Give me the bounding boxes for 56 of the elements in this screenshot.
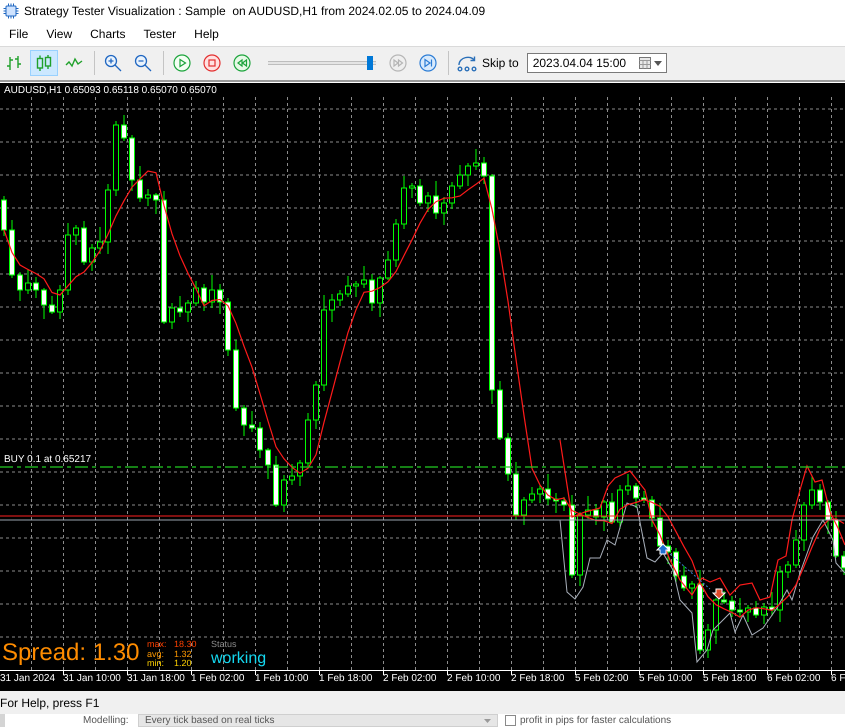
x-axis-label: 5 Feb 18:00 (703, 673, 756, 685)
x-axis-label: 6 Feb 02:00 (767, 673, 820, 685)
skip-to-button[interactable]: Skip to (453, 50, 522, 76)
spread-stat-label: max: (147, 640, 168, 650)
fast-forward-icon (389, 54, 407, 72)
candlestick-chart-button[interactable] (30, 50, 58, 76)
modelling-field[interactable]: Every tick based on real ticks (138, 714, 498, 727)
checkbox-label: profit in pips for faster calculations (520, 714, 672, 726)
chart-header: AUDUSD,H1 0.65093 0.65118 0.65070 0.65070 (4, 85, 217, 97)
menu-item[interactable]: View (37, 25, 82, 43)
status-bar-text: For Help, press F1 (0, 694, 100, 710)
trade-line (670, 554, 710, 590)
play-icon (173, 54, 191, 72)
spread-value: Spread: 1.30 (2, 639, 140, 667)
status-value: working (211, 650, 266, 668)
zoom-in-icon (104, 54, 122, 72)
order-label: BUY 0.1 at 0.65217 (4, 454, 92, 466)
down-arrow-icon (712, 588, 726, 600)
x-axis-label: 6 F (831, 673, 845, 685)
spread-stat-value: 18.30 (174, 640, 197, 650)
caret-icon (484, 718, 491, 722)
checkbox[interactable] (505, 715, 516, 726)
x-axis-label: 31 Jan 2024 (0, 673, 56, 685)
menu-item[interactable]: Help (185, 25, 228, 43)
chip-icon (3, 3, 19, 19)
rewind-icon (233, 54, 251, 72)
calendar-icon (639, 57, 652, 69)
menu-item[interactable]: Charts (81, 25, 134, 43)
zoom-out-icon (134, 54, 152, 72)
candlestick-icon (35, 54, 53, 72)
bar-chart-icon (5, 54, 23, 72)
x-axis-label: 5 Feb 02:00 (575, 673, 628, 685)
x-axis-label: 31 Jan 18:00 (127, 673, 185, 685)
spread-stat-value: 1.20 (174, 659, 193, 668)
up-arrow-icon (656, 543, 670, 554)
slider-thumb[interactable] (366, 56, 373, 70)
window-title: Strategy Tester Visualization : Sample on AUDUSD,H1 from 2024.02.05 to 2024.04.09 (24, 3, 486, 19)
x-axis-label: 1 Feb 10:00 (255, 673, 308, 685)
caret-icon[interactable] (654, 60, 662, 66)
spread-stat-label: avg: (147, 650, 166, 659)
x-axis-label: 1 Feb 02:00 (191, 673, 244, 685)
x-axis-label: 2 Feb 10:00 (447, 673, 500, 685)
skip-icon (456, 54, 478, 72)
x-axis-label: 1 Feb 18:00 (319, 673, 372, 685)
menu-item[interactable]: File (0, 25, 38, 43)
x-axis-label: 2 Feb 02:00 (383, 673, 436, 685)
x-axis-label: 5 Feb 10:00 (639, 673, 692, 685)
date-field[interactable]: 2023.04.04 15:00 (526, 53, 668, 73)
menu-item[interactable]: Tester (134, 25, 186, 43)
skip-to-end-icon (419, 54, 437, 72)
spread-stat-value: 1.32 (174, 650, 193, 659)
modelling-label: Modelling: (83, 714, 130, 726)
x-axis-label: 2 Feb 18:00 (511, 673, 564, 685)
spread-stat-label: min: (147, 659, 166, 668)
stop-icon (203, 54, 221, 72)
x-axis-label: 31 Jan 10:00 (63, 673, 121, 685)
